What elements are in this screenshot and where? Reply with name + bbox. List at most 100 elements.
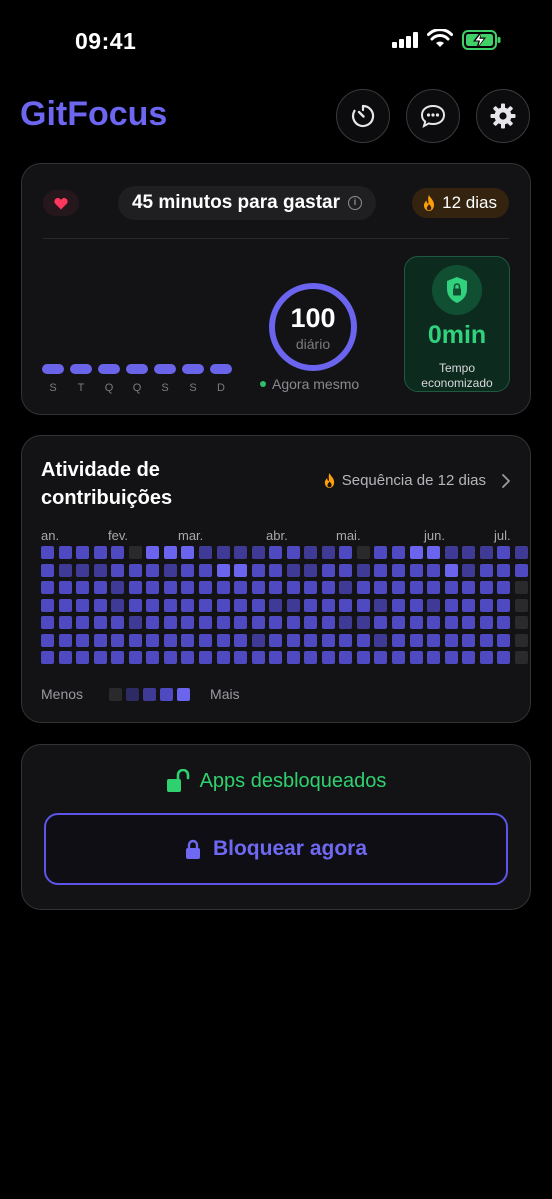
contribution-cell [76, 616, 89, 629]
contribution-cell [111, 634, 124, 647]
contribution-cell [252, 599, 265, 612]
contribution-cell [217, 546, 230, 559]
app-lock-card: Apps desbloqueados Bloquear agora [21, 744, 531, 910]
contribution-cell [374, 599, 387, 612]
lock-now-button[interactable]: Bloquear agora [44, 813, 508, 885]
contribution-cell [164, 564, 177, 577]
weekday-label: T [77, 382, 85, 394]
contribution-cell [41, 599, 54, 612]
contribution-cell [427, 564, 440, 577]
contribution-cell [129, 564, 142, 577]
contribution-cell [181, 564, 194, 577]
chat-button[interactable] [406, 89, 460, 143]
weekday-label: S [189, 382, 197, 394]
chevron-right-icon [502, 473, 510, 488]
contribution-cell [427, 581, 440, 594]
last-updated-text: Agora mesmo [272, 376, 360, 392]
contribution-cell [392, 564, 405, 577]
contribution-cell [374, 634, 387, 647]
contribution-cell [252, 651, 265, 664]
contribution-cell [322, 564, 335, 577]
contribution-cell [497, 651, 510, 664]
contribution-cell [59, 634, 72, 647]
contribution-cell [497, 564, 510, 577]
contribution-cell [76, 634, 89, 647]
weekday-bar [182, 364, 204, 374]
app-title: GitFocus [20, 95, 168, 133]
contribution-cell [59, 616, 72, 629]
contribution-cell [111, 546, 124, 559]
gear-icon [490, 103, 516, 129]
last-updated: Agora mesmo [260, 376, 359, 392]
contribution-cell [252, 581, 265, 594]
contribution-cell [339, 581, 352, 594]
contribution-cell [111, 616, 124, 629]
contribution-cell [59, 564, 72, 577]
contribution-cell [146, 564, 159, 577]
contribution-cell [217, 599, 230, 612]
time-saved-panel: 0min Tempo economizado [404, 256, 510, 392]
contribution-cell [427, 651, 440, 664]
contribution-cell [462, 616, 475, 629]
weekday-label: S [161, 382, 169, 394]
legend-swatch [126, 687, 140, 701]
timer-button[interactable] [336, 89, 390, 143]
contribution-cell [41, 651, 54, 664]
contribution-cell [76, 581, 89, 594]
contribution-cell [357, 616, 370, 629]
contribution-cell [287, 546, 300, 559]
contribution-cell [374, 581, 387, 594]
contribution-cell [94, 599, 107, 612]
contribution-cell [374, 546, 387, 559]
month-label: mai. [336, 528, 361, 543]
contribution-cell [392, 546, 405, 559]
settings-button[interactable] [476, 89, 530, 143]
contribution-cell [462, 634, 475, 647]
minutes-remaining-pill[interactable]: 45 minutos para gastar i [118, 186, 376, 220]
contribution-cell [287, 581, 300, 594]
contribution-cell [357, 546, 370, 559]
weekday-bar [210, 364, 232, 374]
streak-link[interactable]: Sequência de 12 dias [323, 472, 512, 489]
contribution-cell [445, 564, 458, 577]
contribution-cell [410, 599, 423, 612]
contribution-cell [515, 634, 528, 647]
weekday-label: Q [132, 382, 142, 394]
contribution-cell [146, 616, 159, 629]
contribution-cell [497, 616, 510, 629]
contribution-cell [199, 616, 212, 629]
contribution-cell [322, 581, 335, 594]
month-label: fev. [108, 528, 128, 543]
lock-now-label: Bloquear agora [212, 837, 368, 860]
legend-more-label: Mais [210, 686, 240, 702]
contribution-cell [252, 634, 265, 647]
contribution-cell [445, 634, 458, 647]
info-icon[interactable]: i [348, 196, 363, 210]
contribution-cell [41, 546, 54, 559]
contribution-cell [129, 581, 142, 594]
contribution-cell [410, 546, 423, 559]
contribution-cell [146, 634, 159, 647]
contribution-cell [269, 651, 282, 664]
contribution-cell [427, 616, 440, 629]
contribution-cell [304, 599, 317, 612]
contribution-cell [339, 651, 352, 664]
contribution-cell [515, 616, 528, 629]
contribution-cell [339, 599, 352, 612]
contribution-cell [234, 634, 247, 647]
contribution-cell [480, 599, 493, 612]
contribution-cell [287, 599, 300, 612]
contribution-legend: Menos Mais [41, 686, 240, 702]
contribution-cell [410, 651, 423, 664]
daily-score-label: diário [295, 336, 331, 352]
weekday-bar [70, 364, 92, 374]
padlock-icon [185, 839, 200, 859]
contribution-cell [59, 546, 72, 559]
contribution-cell [392, 634, 405, 647]
contribution-cell [304, 546, 317, 559]
contribution-cell [480, 546, 493, 559]
contribution-cell [234, 599, 247, 612]
contribution-cell [199, 581, 212, 594]
contribution-cell [497, 546, 510, 559]
shield-lock-icon [447, 277, 467, 303]
